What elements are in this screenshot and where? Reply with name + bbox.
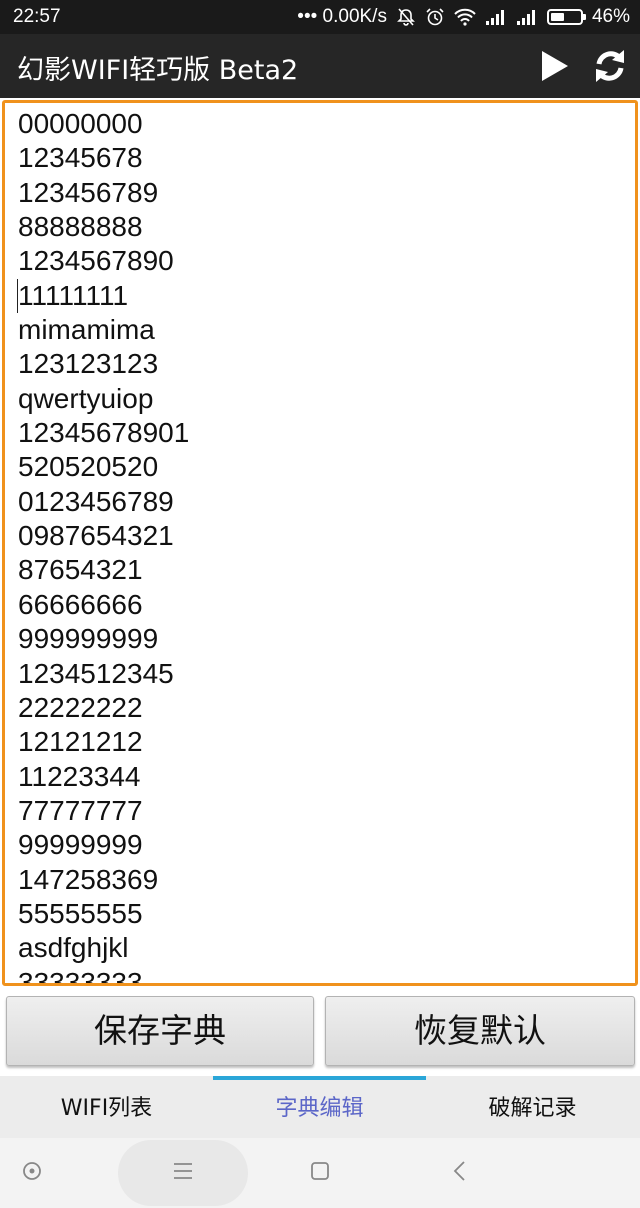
save-dictionary-button[interactable]: 保存字典 bbox=[6, 996, 314, 1066]
dictionary-line: 0123456789 bbox=[18, 485, 174, 517]
dictionary-line: 520520520 bbox=[18, 451, 159, 483]
dictionary-line: 1234567890 bbox=[18, 245, 174, 277]
dictionary-line: qwertyuiop bbox=[18, 382, 154, 414]
dictionary-line: 99999999 bbox=[18, 829, 143, 861]
app-title: 幻影WIFI轻巧版 Beta2 bbox=[17, 55, 299, 86]
system-nav-bar bbox=[0, 1138, 640, 1208]
dictionary-line: 12345678 bbox=[18, 142, 143, 174]
mute-bell-icon bbox=[396, 7, 416, 27]
status-time: 22:57 bbox=[13, 6, 61, 27]
tab-label: 破解记录 bbox=[488, 1096, 577, 1121]
dictionary-line: 147258369 bbox=[18, 863, 159, 895]
app-title-bar: 幻影WIFI轻巧版 Beta2 bbox=[0, 34, 640, 98]
battery-percent: 46% bbox=[591, 6, 630, 27]
dictionary-line: 12345678901 bbox=[18, 417, 190, 449]
tab-dictionary-edit[interactable]: 字典编辑 bbox=[213, 1076, 426, 1138]
play-icon[interactable] bbox=[534, 46, 576, 86]
menu-icon[interactable] bbox=[163, 1151, 203, 1191]
dictionary-line: 999999999 bbox=[18, 623, 159, 655]
dictionary-line: 66666666 bbox=[18, 588, 143, 620]
dictionary-line: 123123123 bbox=[18, 348, 159, 380]
dictionary-lines: 00000000 12345678 123456789 88888888 1234567… bbox=[17, 107, 625, 986]
assistant-icon[interactable] bbox=[12, 1151, 52, 1191]
back-icon[interactable] bbox=[440, 1151, 480, 1191]
active-tab-indicator bbox=[213, 1076, 426, 1080]
tab-crack-records[interactable]: 破解记录 bbox=[426, 1076, 639, 1138]
tab-label: WIFI列表 bbox=[60, 1096, 153, 1121]
dictionary-line: asdfghjkl bbox=[18, 932, 129, 964]
dictionary-line: 123456789 bbox=[18, 176, 159, 208]
refresh-icon[interactable] bbox=[590, 46, 630, 86]
status-bar: 22:57 ••• 0.00K/s 46% bbox=[0, 0, 640, 34]
dictionary-line: 0987654321 bbox=[18, 520, 174, 552]
signal-icon-1 bbox=[485, 8, 507, 26]
dictionary-line: 1234512345 bbox=[18, 657, 174, 689]
wifi-icon bbox=[454, 8, 476, 26]
dictionary-line: 22222222 bbox=[18, 691, 143, 723]
dictionary-line: 55555555 bbox=[18, 897, 143, 929]
dictionary-line: 77777777 bbox=[18, 794, 143, 826]
restore-default-button[interactable]: 恢复默认 bbox=[325, 996, 635, 1066]
dictionary-line: 88888888 bbox=[18, 211, 143, 243]
dictionary-line: 12121212 bbox=[18, 726, 143, 758]
signal-icon-2 bbox=[516, 8, 538, 26]
tab-wifi-list[interactable]: WIFI列表 bbox=[0, 1076, 213, 1138]
dictionary-text-editor[interactable]: 00000000 12345678 123456789 88888888 1234567… bbox=[2, 100, 638, 986]
dictionary-line: 11223344 bbox=[18, 760, 141, 792]
dictionary-line: mimamima bbox=[18, 314, 155, 346]
home-icon[interactable] bbox=[300, 1151, 340, 1191]
battery-level bbox=[550, 13, 564, 21]
status-icons: ••• 0.00K/s 46% bbox=[297, 6, 630, 28]
bottom-tabs: WIFI列表 字典编辑 破解记录 bbox=[0, 1076, 640, 1138]
network-speed: ••• 0.00K/s bbox=[297, 6, 387, 27]
dictionary-line: 11111111 bbox=[17, 278, 625, 314]
dictionary-line: 87654321 bbox=[18, 554, 143, 586]
alarm-icon bbox=[425, 7, 445, 27]
dictionary-line: 00000000 bbox=[18, 108, 143, 139]
tab-label: 字典编辑 bbox=[275, 1096, 364, 1121]
dictionary-line: 33333333 bbox=[18, 966, 143, 986]
battery-icon bbox=[546, 9, 586, 25]
